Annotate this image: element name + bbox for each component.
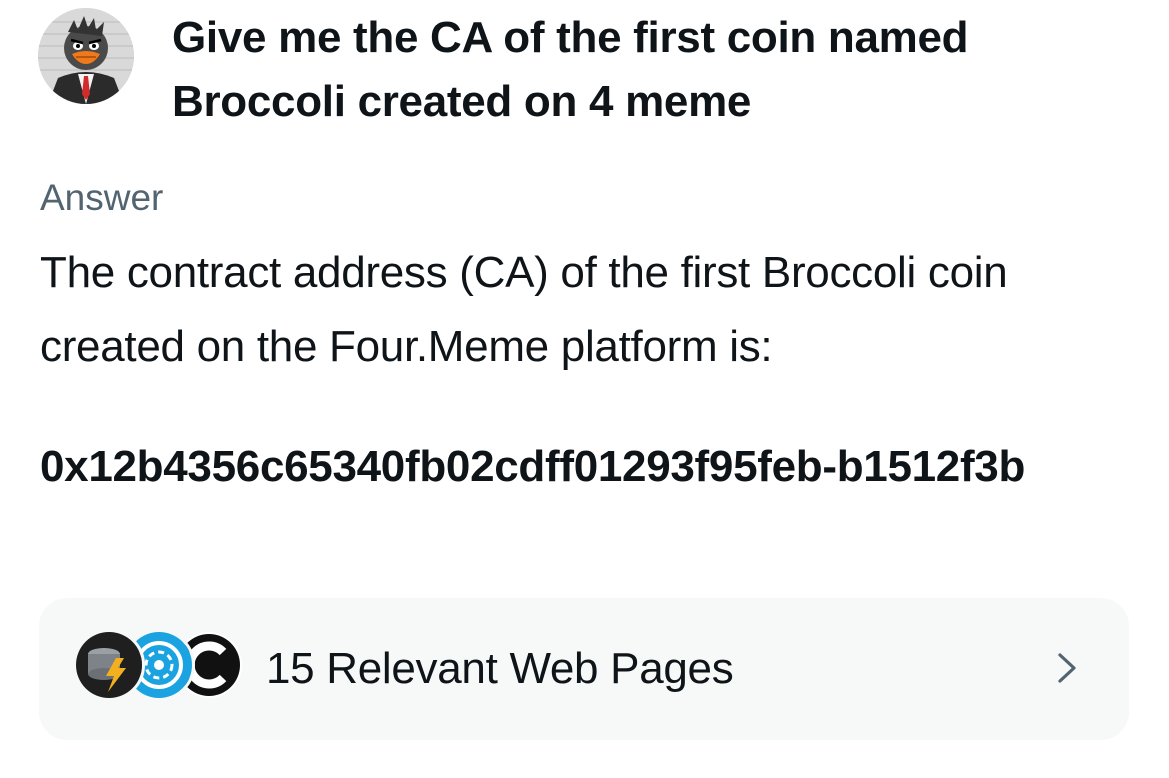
chevron-right-icon [1058, 653, 1076, 683]
source-icons [73, 629, 245, 707]
sources-label: 15 Relevant Web Pages [266, 644, 734, 693]
coin-stack-icon [73, 629, 145, 701]
relevant-web-pages-button[interactable]: 15 Relevant Web Pages [39, 598, 1129, 740]
user-avatar[interactable] [38, 8, 134, 104]
question-text: Give me the CA of the first coin named B… [172, 13, 969, 126]
angry-duck-avatar-icon [38, 8, 134, 104]
answer-label: Answer [40, 177, 164, 218]
contract-address: 0x12b4356c65340fb02cdff01293f95feb-b1512… [40, 442, 1026, 491]
answer-text: The contract address (CA) of the first B… [40, 248, 1008, 371]
